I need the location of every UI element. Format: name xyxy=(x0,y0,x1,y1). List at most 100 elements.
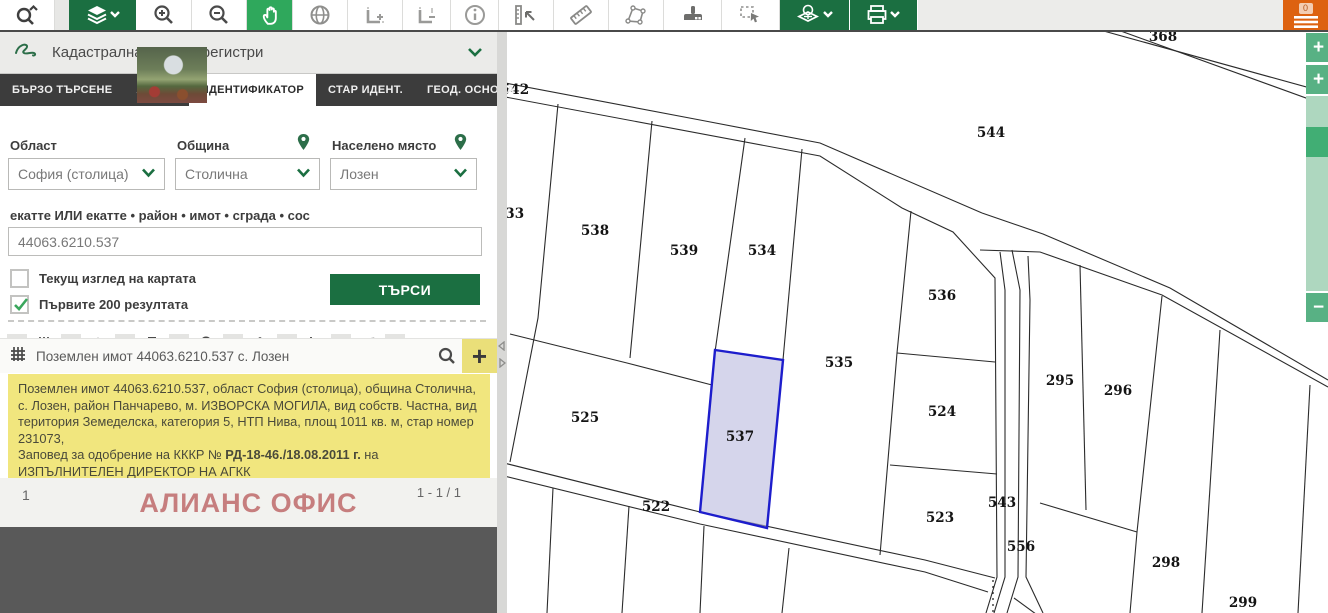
checkbox-row-2[interactable]: Първите 200 резултата xyxy=(10,295,188,314)
toolbar-button-stamp-tool[interactable] xyxy=(664,0,722,30)
parcel-label-299: 299 xyxy=(1229,595,1257,611)
chevron-down-icon xyxy=(141,165,156,183)
parcel-label-556: 556 xyxy=(1007,539,1035,555)
parcel-boundary xyxy=(509,103,559,463)
parcel-label-296: 296 xyxy=(1104,383,1132,399)
toolbar-button-info[interactable] xyxy=(451,0,499,30)
toolbar-button-zoom-out[interactable] xyxy=(192,0,247,30)
parcel-label-295: 295 xyxy=(1046,373,1074,389)
extent-plus-icon xyxy=(363,3,387,27)
toolbar-button-scale-measure[interactable] xyxy=(499,0,554,30)
parcel-label-523: 523 xyxy=(926,510,954,526)
parcel-boundary xyxy=(782,148,803,361)
parcel-boundary xyxy=(1006,249,1021,613)
expand-right-icon[interactable] xyxy=(498,355,507,373)
toolbar-button-ruler[interactable] xyxy=(554,0,609,30)
parcel-boundary xyxy=(781,547,790,613)
tab-4[interactable]: СТАР ИДЕНТ. xyxy=(316,74,415,106)
tab-3[interactable]: ИДЕНТИФИКАТОР xyxy=(188,74,317,106)
extent-minus-icon xyxy=(415,3,439,27)
parcel-label-543: 543 xyxy=(988,495,1016,511)
chevron-down-icon xyxy=(453,165,468,183)
select-3[interactable]: Лозен xyxy=(330,158,477,190)
search-button[interactable]: ТЪРСИ xyxy=(330,274,480,305)
tab-5[interactable]: ГЕОД. ОСНОВА xyxy=(415,74,527,106)
photo-thumbnail xyxy=(137,47,207,103)
checkbox-checked-icon[interactable] xyxy=(10,295,29,314)
toolbar-empty-area xyxy=(918,0,1283,30)
layers-dropdown-icon xyxy=(86,4,120,26)
checkbox-icon[interactable] xyxy=(10,269,29,288)
collapse-left-icon[interactable] xyxy=(497,338,506,356)
field-label-3: Населено място xyxy=(332,138,437,153)
add-icon[interactable]: + xyxy=(462,339,497,373)
location-pin-icon[interactable] xyxy=(295,132,312,157)
map-zoom-in-2-button[interactable]: + xyxy=(1306,65,1328,94)
scale-measure-icon xyxy=(513,3,539,27)
parcel-label-524: 524 xyxy=(928,404,956,420)
parcel-label-535: 535 xyxy=(825,355,853,371)
parcel-boundary xyxy=(879,210,912,556)
signature-icon xyxy=(14,40,40,65)
toolbar-button-measure-area[interactable] xyxy=(609,0,664,30)
measure-area-icon xyxy=(623,3,649,27)
sidebar-resize-handle[interactable] xyxy=(497,30,507,613)
select-1[interactable]: София (столица) xyxy=(8,158,165,190)
select-region-icon xyxy=(738,3,764,27)
parcel-label-525: 525 xyxy=(571,410,599,426)
toolbar-button-globe[interactable] xyxy=(293,0,348,30)
globe-icon xyxy=(308,3,332,27)
parcel-boundary xyxy=(499,81,983,214)
tab-1[interactable]: БЪРЗО ТЪРСЕНЕ xyxy=(0,74,124,106)
details-paragraph-2: Заповед за одобрение на КККР № РД-18-46.… xyxy=(18,447,379,479)
select-value: София (столица) xyxy=(18,166,129,182)
panel-header[interactable]: Кадастрална карта и регистри xyxy=(0,32,497,74)
parcel-label-298: 298 xyxy=(1152,555,1180,571)
chevron-down-icon[interactable] xyxy=(467,45,483,63)
toolbar-button-layers-dropdown[interactable] xyxy=(69,0,137,30)
basemap-dropdown-icon xyxy=(796,4,833,26)
checkbox-row-1[interactable]: Текущ изглед на картата xyxy=(10,269,196,288)
zoom-slider-handle[interactable] xyxy=(1306,127,1328,157)
parcel-boundary xyxy=(699,525,705,613)
toolbar-button-extent-minus[interactable] xyxy=(403,0,451,30)
select-2[interactable]: Столична xyxy=(175,158,320,190)
toolbar-button-extent-plus[interactable] xyxy=(348,0,403,30)
info-icon xyxy=(463,3,487,27)
ruler-icon xyxy=(568,2,594,28)
parcel-boundary xyxy=(889,464,998,475)
toolbar-button-zoom-in[interactable] xyxy=(137,0,192,30)
parcel-label-534: 534 xyxy=(748,243,776,259)
map-canvas[interactable]: 368542544533538539 5345365352952965245255… xyxy=(497,30,1328,613)
toolbar-button-select-region[interactable] xyxy=(722,0,780,30)
search-icon[interactable] xyxy=(432,339,462,373)
zoom-slider-track[interactable] xyxy=(1306,96,1328,291)
map-zoom-out-button[interactable]: − xyxy=(1306,293,1328,322)
location-pin-icon[interactable] xyxy=(452,132,469,157)
search-sidebar: Кадастрална карта и регистри БЪРЗО ТЪРСЕ… xyxy=(0,30,515,613)
toolbar-button-pan-hand[interactable] xyxy=(247,0,293,30)
search-form: екатте ИЛИ екатте • район • имот • сград… xyxy=(0,106,497,364)
search-collapse-icon xyxy=(14,3,40,27)
toolbar-button-search-collapse[interactable] xyxy=(0,0,55,30)
toolbar-button-basemap-dropdown[interactable] xyxy=(780,0,850,30)
select-value: Лозен xyxy=(340,166,379,182)
chevron-down-icon xyxy=(296,165,311,183)
menu-button[interactable]: 0 xyxy=(1283,0,1328,30)
toolbar-button-print[interactable] xyxy=(850,0,918,30)
stamp-tool-icon xyxy=(680,3,706,27)
cadastral-map[interactable]: 368 542 544 533 538 539 534 536 535 295 296 524 525 5… xyxy=(497,30,1328,613)
map-zoom-in-button[interactable]: + xyxy=(1306,33,1328,62)
parcel-boundary xyxy=(1079,264,1087,511)
field-label-1: Област xyxy=(10,138,57,153)
result-range: 1 - 1 / 1 xyxy=(416,485,461,500)
result-row[interactable]: Поземлен имот 44063.6210.537 с. Лозен + xyxy=(0,338,497,373)
order-number: РД-18-46./18.08.2011 г. xyxy=(225,447,361,462)
select-value: Столична xyxy=(185,166,248,182)
parcel-boundary xyxy=(509,333,713,386)
parcel-label-522: 522 xyxy=(642,499,670,515)
search-tabs: БЪРЗО ТЪРСЕНЕАДРЕСИДЕНТИФИКАТОРСТАР ИДЕН… xyxy=(0,74,515,106)
parcel-boundary xyxy=(714,137,746,353)
identifier-input[interactable] xyxy=(8,227,482,256)
